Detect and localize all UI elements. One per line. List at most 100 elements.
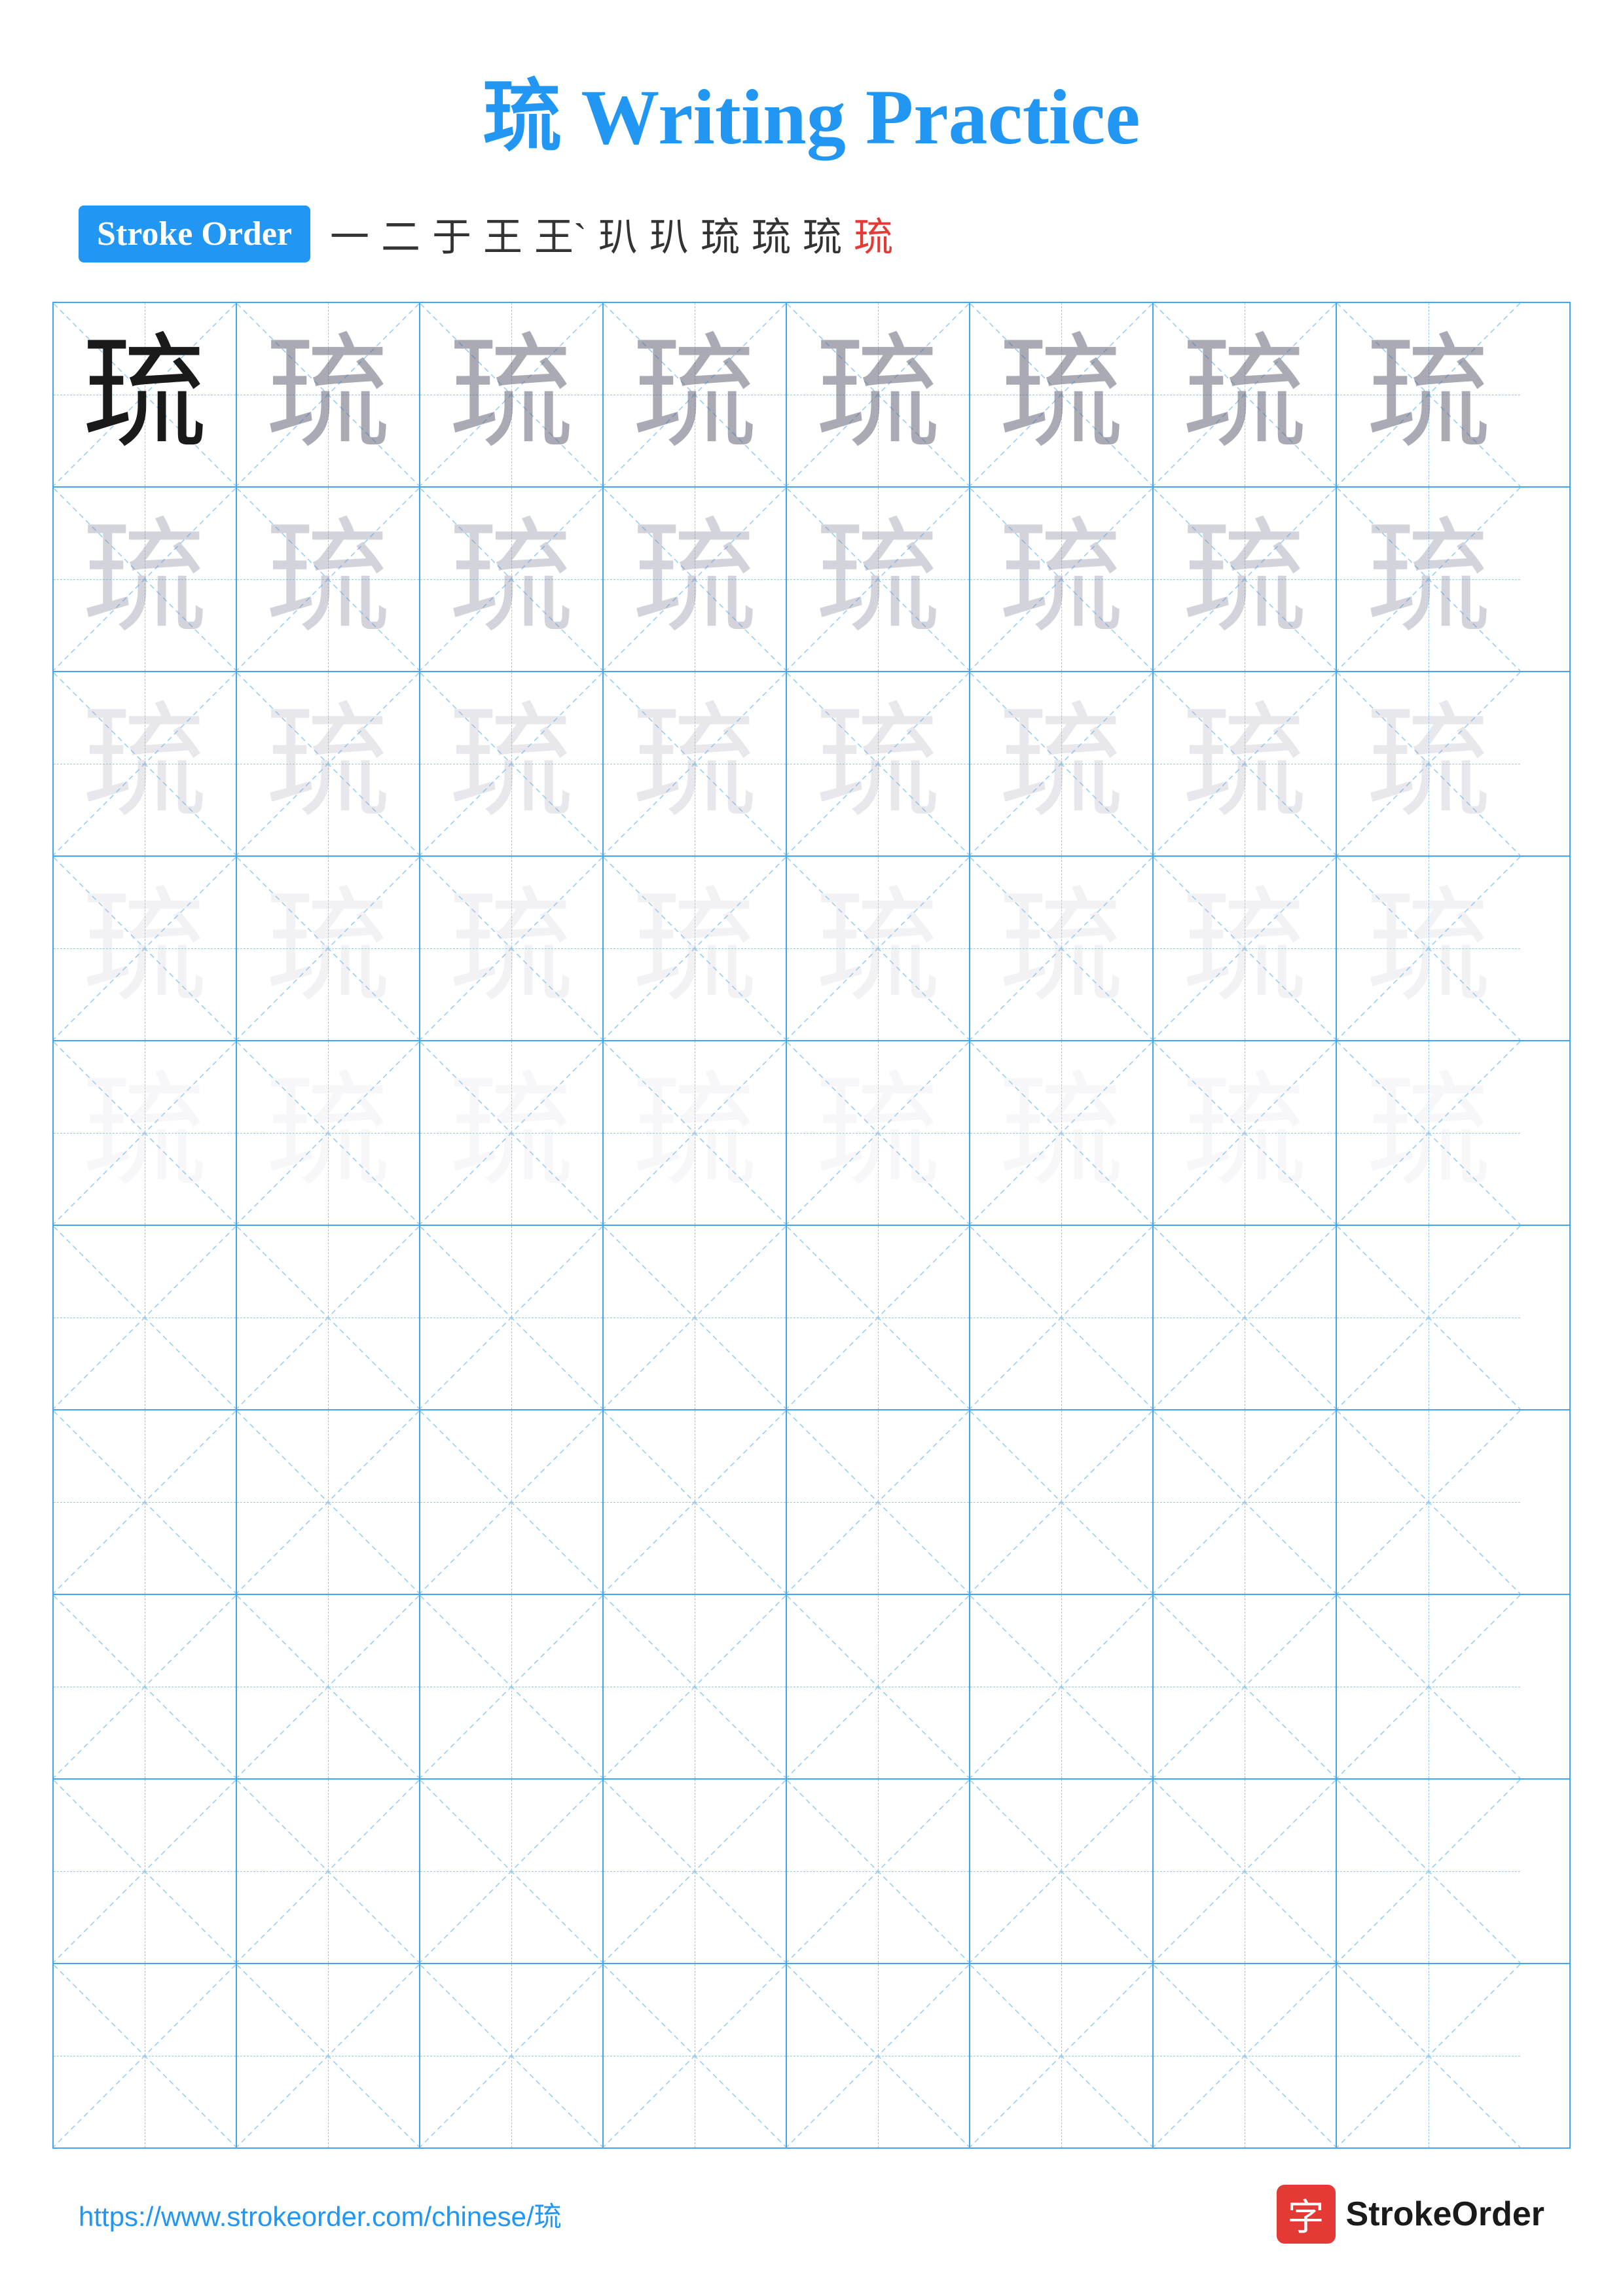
grid-cell-10-1[interactable] <box>54 1964 237 2147</box>
grid-cell-7-7[interactable] <box>1154 1410 1337 1594</box>
grid-cell-6-3[interactable] <box>420 1226 604 1409</box>
grid-cell-5-6[interactable]: 琉 <box>970 1041 1154 1225</box>
grid-cell-1-8[interactable]: 琉 <box>1337 303 1520 486</box>
grid-cell-6-7[interactable] <box>1154 1226 1337 1409</box>
grid-cell-1-5[interactable]: 琉 <box>787 303 970 486</box>
char-display: 琉 <box>266 886 390 1011</box>
grid-cell-6-8[interactable] <box>1337 1226 1520 1409</box>
char-display: 琉 <box>632 517 757 641</box>
char-display: 琉 <box>1366 702 1491 826</box>
grid-cell-4-4[interactable]: 琉 <box>604 857 787 1040</box>
grid-cell-2-3[interactable]: 琉 <box>420 488 604 671</box>
grid-cell-2-7[interactable]: 琉 <box>1154 488 1337 671</box>
grid-cell-4-3[interactable]: 琉 <box>420 857 604 1040</box>
char-display: 琉 <box>999 702 1123 826</box>
grid-cell-10-6[interactable] <box>970 1964 1154 2147</box>
grid-cell-4-2[interactable]: 琉 <box>237 857 420 1040</box>
grid-cell-7-4[interactable] <box>604 1410 787 1594</box>
char-display: 琉 <box>266 332 390 457</box>
char-display: 琉 <box>999 332 1123 457</box>
grid-cell-7-6[interactable] <box>970 1410 1154 1594</box>
grid-cell-7-3[interactable] <box>420 1410 604 1594</box>
grid-cell-4-1[interactable]: 琉 <box>54 857 237 1040</box>
char-display: 琉 <box>632 886 757 1011</box>
grid-cell-10-7[interactable] <box>1154 1964 1337 2147</box>
grid-cell-9-1[interactable] <box>54 1780 237 1963</box>
stroke-4: 王 <box>483 206 522 262</box>
grid-cell-3-6[interactable]: 琉 <box>970 672 1154 855</box>
grid-cell-2-1[interactable]: 琉 <box>54 488 237 671</box>
grid-cell-7-8[interactable] <box>1337 1410 1520 1594</box>
grid-cell-1-2[interactable]: 琉 <box>237 303 420 486</box>
grid-cell-2-2[interactable]: 琉 <box>237 488 420 671</box>
grid-cell-8-6[interactable] <box>970 1595 1154 1778</box>
char-display: 琉 <box>816 702 940 826</box>
grid-cell-2-6[interactable]: 琉 <box>970 488 1154 671</box>
grid-cell-6-1[interactable] <box>54 1226 237 1409</box>
grid-cell-5-7[interactable]: 琉 <box>1154 1041 1337 1225</box>
grid-cell-8-2[interactable] <box>237 1595 420 1778</box>
grid-cell-5-3[interactable]: 琉 <box>420 1041 604 1225</box>
grid-cell-9-5[interactable] <box>787 1780 970 1963</box>
char-display: 琉 <box>632 702 757 826</box>
grid-cell-1-1[interactable]: 琉 <box>54 303 237 486</box>
practice-grid: 琉 琉 琉 琉 琉 琉 琉 琉 <box>52 302 1571 2149</box>
grid-cell-8-3[interactable] <box>420 1595 604 1778</box>
grid-cell-2-4[interactable]: 琉 <box>604 488 787 671</box>
grid-cell-4-7[interactable]: 琉 <box>1154 857 1337 1040</box>
grid-cell-4-5[interactable]: 琉 <box>787 857 970 1040</box>
grid-cell-8-8[interactable] <box>1337 1595 1520 1778</box>
grid-cell-8-5[interactable] <box>787 1595 970 1778</box>
grid-cell-3-5[interactable]: 琉 <box>787 672 970 855</box>
grid-cell-5-1[interactable]: 琉 <box>54 1041 237 1225</box>
grid-cell-10-3[interactable] <box>420 1964 604 2147</box>
grid-cell-2-5[interactable]: 琉 <box>787 488 970 671</box>
grid-cell-9-4[interactable] <box>604 1780 787 1963</box>
grid-cell-5-2[interactable]: 琉 <box>237 1041 420 1225</box>
grid-cell-3-4[interactable]: 琉 <box>604 672 787 855</box>
grid-cell-9-6[interactable] <box>970 1780 1154 1963</box>
char-display: 琉 <box>1182 332 1307 457</box>
grid-cell-8-7[interactable] <box>1154 1595 1337 1778</box>
grid-cell-3-8[interactable]: 琉 <box>1337 672 1520 855</box>
footer-url[interactable]: https://www.strokeorder.com/chinese/琉 <box>79 2195 562 2234</box>
char-display: 琉 <box>816 1071 940 1195</box>
grid-cell-6-6[interactable] <box>970 1226 1154 1409</box>
grid-cell-9-7[interactable] <box>1154 1780 1337 1963</box>
grid-cell-6-5[interactable] <box>787 1226 970 1409</box>
grid-cell-1-3[interactable]: 琉 <box>420 303 604 486</box>
grid-cell-6-2[interactable] <box>237 1226 420 1409</box>
grid-cell-2-8[interactable]: 琉 <box>1337 488 1520 671</box>
char-display: 琉 <box>1366 886 1491 1011</box>
grid-cell-3-2[interactable]: 琉 <box>237 672 420 855</box>
grid-cell-10-8[interactable] <box>1337 1964 1520 2147</box>
grid-cell-1-4[interactable]: 琉 <box>604 303 787 486</box>
grid-cell-10-4[interactable] <box>604 1964 787 2147</box>
char-display: 琉 <box>816 517 940 641</box>
grid-cell-3-7[interactable]: 琉 <box>1154 672 1337 855</box>
grid-cell-1-7[interactable]: 琉 <box>1154 303 1337 486</box>
grid-cell-10-5[interactable] <box>787 1964 970 2147</box>
grid-cell-3-1[interactable]: 琉 <box>54 672 237 855</box>
grid-row-6 <box>54 1226 1569 1410</box>
grid-cell-8-4[interactable] <box>604 1595 787 1778</box>
grid-cell-9-2[interactable] <box>237 1780 420 1963</box>
grid-cell-5-8[interactable]: 琉 <box>1337 1041 1520 1225</box>
grid-cell-7-1[interactable] <box>54 1410 237 1594</box>
stroke-3: 于 <box>432 206 471 262</box>
grid-cell-4-8[interactable]: 琉 <box>1337 857 1520 1040</box>
grid-cell-9-3[interactable] <box>420 1780 604 1963</box>
grid-cell-6-4[interactable] <box>604 1226 787 1409</box>
grid-cell-3-3[interactable]: 琉 <box>420 672 604 855</box>
char-display: 琉 <box>82 702 207 826</box>
grid-cell-9-8[interactable] <box>1337 1780 1520 1963</box>
grid-cell-4-6[interactable]: 琉 <box>970 857 1154 1040</box>
grid-cell-10-2[interactable] <box>237 1964 420 2147</box>
grid-cell-8-1[interactable] <box>54 1595 237 1778</box>
grid-cell-5-5[interactable]: 琉 <box>787 1041 970 1225</box>
grid-cell-7-2[interactable] <box>237 1410 420 1594</box>
char-display: 琉 <box>816 886 940 1011</box>
grid-cell-1-6[interactable]: 琉 <box>970 303 1154 486</box>
grid-cell-5-4[interactable]: 琉 <box>604 1041 787 1225</box>
grid-cell-7-5[interactable] <box>787 1410 970 1594</box>
